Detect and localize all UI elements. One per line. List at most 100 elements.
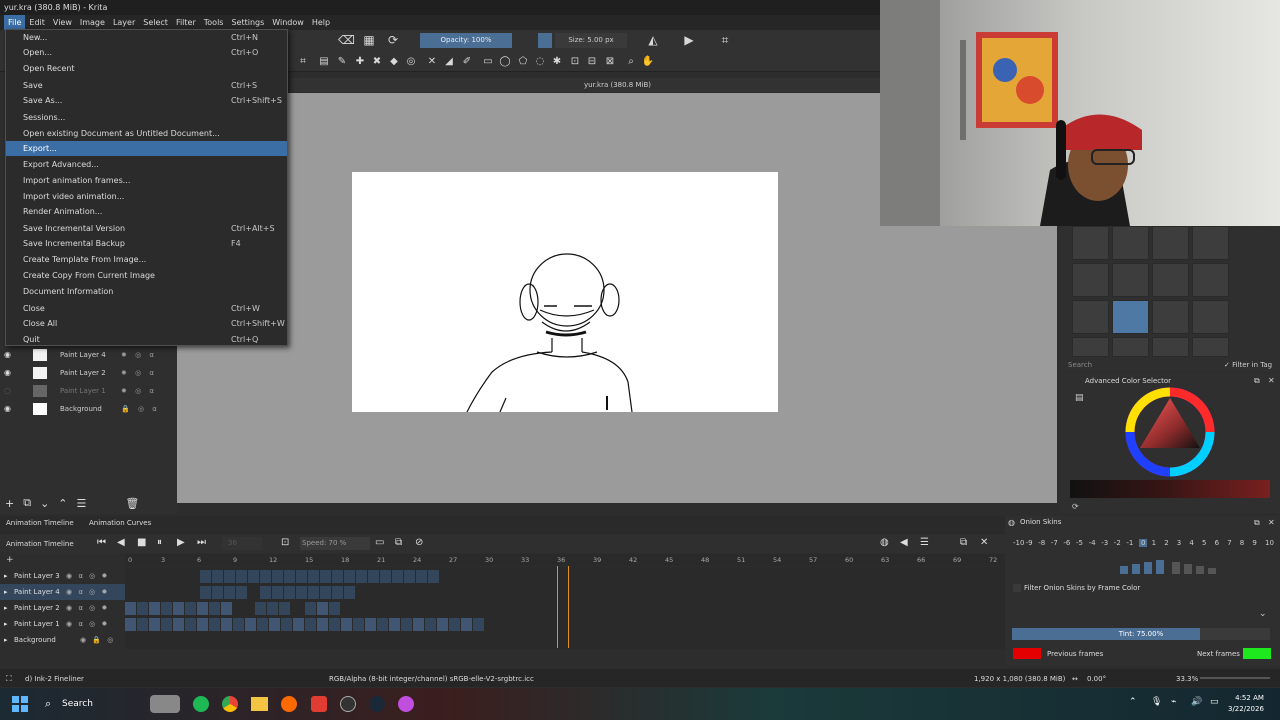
eye-icon[interactable]: ◉	[4, 400, 11, 418]
magnetic-select-icon[interactable]: ⊠	[603, 55, 617, 69]
layer-row[interactable]: ◉ Background 🔒 ◎ α	[0, 400, 177, 418]
frame-cell[interactable]	[308, 570, 319, 583]
file-menu-item[interactable]: Open... Ctrl+O	[6, 45, 287, 60]
onion-frame-number[interactable]: 6	[1215, 539, 1219, 547]
frame-cell[interactable]	[185, 618, 196, 631]
frame-cell[interactable]	[212, 570, 223, 583]
frame-cell[interactable]	[257, 618, 268, 631]
frame-cell[interactable]	[173, 602, 184, 615]
frame-cell[interactable]	[329, 602, 340, 615]
current-frame-field[interactable]: 36	[222, 537, 262, 550]
frame-cell[interactable]	[209, 618, 220, 631]
timeline-menu-icon[interactable]: ☰	[920, 537, 929, 548]
frame-cell[interactable]	[272, 570, 283, 583]
layer-properties-icon[interactable]: ☰	[77, 497, 87, 510]
pause-icon[interactable]: ⏸	[157, 537, 162, 548]
brush-preset[interactable]	[1192, 337, 1229, 357]
battery-icon[interactable]: ▭	[1210, 697, 1219, 707]
frame-cell[interactable]	[185, 602, 196, 615]
file-menu-item[interactable]: Open Recent	[6, 61, 287, 76]
add-layer-icon[interactable]: +	[5, 497, 14, 510]
reference-icon[interactable]: ◢	[442, 55, 456, 69]
onion-frame-number[interactable]: -1	[1126, 539, 1133, 547]
onion-frame-number[interactable]: -2	[1114, 539, 1121, 547]
layer-visibility-icons[interactable]: ◉ α ◎ ✹	[66, 600, 109, 616]
frame-cell[interactable]	[380, 570, 391, 583]
frame-cell[interactable]	[224, 570, 235, 583]
frame-cell[interactable]	[461, 618, 472, 631]
file-menu-item[interactable]: Export Advanced...	[6, 157, 287, 172]
file-menu-item[interactable]: Save As... Ctrl+Shift+S	[6, 93, 287, 108]
file-explorer-icon[interactable]	[251, 697, 268, 711]
frame-cell[interactable]	[267, 602, 278, 615]
assistant-icon[interactable]: ◎	[404, 55, 418, 69]
frame-cell[interactable]	[161, 618, 172, 631]
brush-preset[interactable]	[1072, 263, 1109, 297]
eye-icon[interactable]: ◉	[4, 346, 11, 364]
close-icon[interactable]: ✕	[1268, 518, 1275, 527]
frame-cell[interactable]	[197, 618, 208, 631]
tab-animation-curves[interactable]: Animation Curves	[89, 519, 151, 527]
frame-cell[interactable]	[401, 618, 412, 631]
onion-frame-number[interactable]: 1	[1152, 539, 1156, 547]
search-icon[interactable]: ⌕	[45, 697, 51, 711]
add-frame-icon[interactable]: ▭	[375, 537, 384, 548]
windows-start-icon[interactable]	[12, 696, 28, 712]
crop-tool-icon[interactable]: ⌗	[296, 55, 310, 69]
menu-view[interactable]: View	[49, 15, 76, 30]
frame-cell[interactable]	[296, 586, 307, 599]
file-menu-item[interactable]: Open existing Document as Untitled Docum…	[6, 126, 287, 141]
frame-cell[interactable]	[272, 586, 283, 599]
frame-cell[interactable]	[317, 618, 328, 631]
frame-cell[interactable]	[305, 602, 316, 615]
menu-settings[interactable]: Settings	[227, 15, 268, 30]
float-docker-icon[interactable]: ⧉	[1254, 518, 1260, 528]
frame-cell[interactable]	[368, 570, 379, 583]
drawing-canvas[interactable]	[352, 172, 778, 412]
frame-cell[interactable]	[197, 602, 208, 615]
menu-select[interactable]: Select	[139, 15, 172, 30]
onion-frame-number[interactable]: 5	[1202, 539, 1206, 547]
frame-cell[interactable]	[344, 570, 355, 583]
close-icon[interactable]: ✕	[1268, 376, 1275, 385]
frame-cell[interactable]	[284, 586, 295, 599]
next-frame-icon[interactable]: ▶	[177, 537, 185, 548]
menu-window[interactable]: Window	[268, 15, 308, 30]
frame-cell[interactable]	[149, 618, 160, 631]
frame-cell[interactable]	[365, 618, 376, 631]
layer-flag-icons[interactable]: ✹ ◎ α	[121, 364, 157, 382]
frame-cell[interactable]	[137, 618, 148, 631]
frame-cell[interactable]	[221, 618, 232, 631]
brush-preset[interactable]	[1152, 226, 1189, 260]
frame-cell[interactable]	[437, 618, 448, 631]
onion-frame-number[interactable]: 2	[1164, 539, 1168, 547]
drop-frames-icon[interactable]: ⊡	[281, 537, 289, 548]
brush-preset[interactable]	[1112, 226, 1149, 260]
frame-cell[interactable]	[200, 570, 211, 583]
frame-cell[interactable]	[344, 586, 355, 599]
alpha-lock-icon[interactable]: ▦	[362, 33, 376, 47]
eye-hidden-icon[interactable]: ○	[4, 382, 11, 400]
file-menu-item[interactable]: Export...	[6, 141, 287, 156]
mirror-horizontal-icon[interactable]: ▶	[682, 33, 696, 47]
filter-in-tag-checkbox[interactable]: ✓ Filter in Tag	[1224, 360, 1280, 371]
frame-cell[interactable]	[149, 602, 160, 615]
color-history-bar[interactable]	[1070, 480, 1270, 498]
chevron-down-icon[interactable]: ⌄	[1259, 609, 1267, 619]
frame-cell[interactable]	[224, 586, 235, 599]
frame-cell[interactable]	[332, 586, 343, 599]
layer-visibility-icons[interactable]: ◉ 🔒 ◎	[80, 632, 115, 648]
ellipse-select-icon[interactable]: ◯	[498, 55, 512, 69]
file-menu-item[interactable]: Save Incremental Backup F4	[6, 236, 287, 251]
tab-animation-timeline[interactable]: Animation Timeline	[6, 519, 74, 527]
microphone-icon[interactable]: 🎙	[1151, 697, 1162, 707]
similar-select-icon[interactable]: ⊡	[568, 55, 582, 69]
chevron-down-icon[interactable]: ⌄	[40, 497, 49, 510]
foreground-color-swatch[interactable]	[538, 33, 552, 48]
rotation-value[interactable]: 0.00°	[1087, 675, 1106, 683]
file-menu-item[interactable]: Create Copy From Current Image	[6, 268, 287, 283]
brush-search-input[interactable]: Search	[1068, 360, 1218, 371]
frame-cell[interactable]	[305, 618, 316, 631]
frame-cell[interactable]	[248, 570, 259, 583]
volume-icon[interactable]: 🔊	[1191, 697, 1202, 707]
